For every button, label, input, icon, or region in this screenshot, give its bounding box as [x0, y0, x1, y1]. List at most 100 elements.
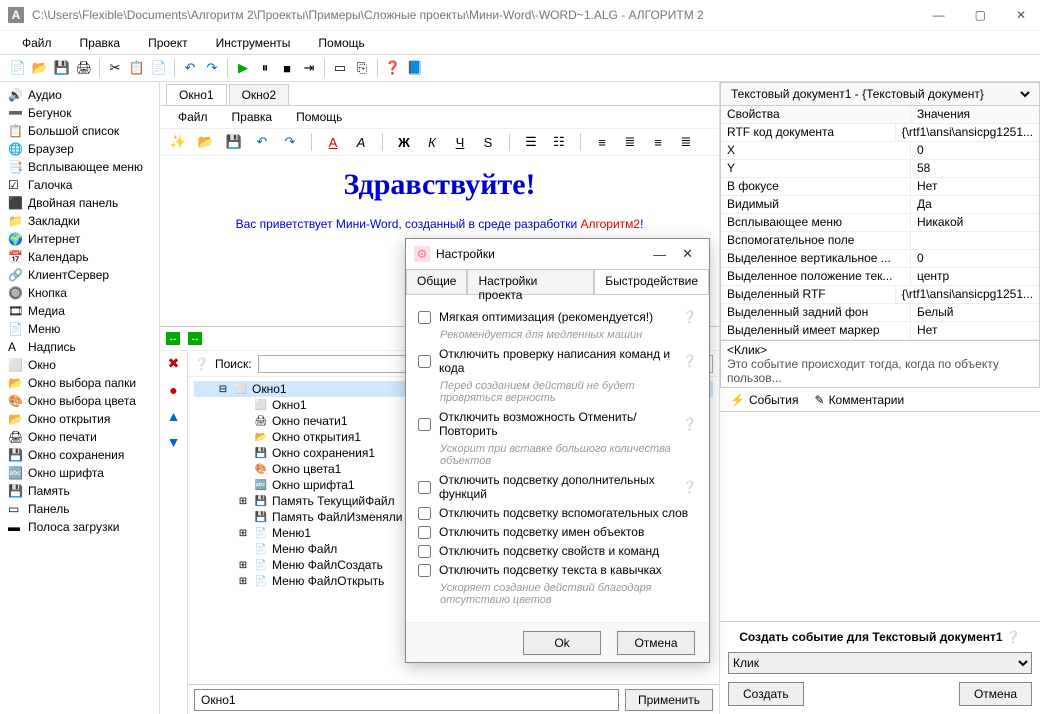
toolbox-item[interactable]: ▭Панель [0, 500, 159, 518]
search-help-icon[interactable]: ❔ [194, 357, 209, 371]
doc-undo-icon[interactable]: ↶ [252, 132, 272, 152]
stop-icon[interactable]: ■ [277, 58, 297, 78]
property-row[interactable]: Выделенный задний фонБелый [721, 304, 1039, 322]
doc-bold-icon[interactable]: Ж [394, 132, 414, 152]
option-help-icon[interactable]: ❔ [682, 354, 697, 368]
toolbox-item[interactable]: 🌐Браузер [0, 140, 159, 158]
dialog-titlebar[interactable]: ⚙ Настройки — ✕ [406, 239, 709, 269]
toolbox-item[interactable]: ▬Полоса загрузки [0, 518, 159, 536]
code-marker1-icon[interactable]: ↔ [166, 332, 180, 345]
property-value[interactable]: {\rtf1\ansi\ansicpg1251... [896, 124, 1039, 141]
option-checkbox[interactable] [418, 526, 431, 539]
expand-icon[interactable]: ⊞ [236, 574, 250, 588]
open-icon[interactable]: 📂 [30, 58, 50, 78]
dialog-ok-button[interactable]: Ok [523, 631, 601, 655]
option-help-icon[interactable]: ❔ [682, 480, 697, 494]
run-icon[interactable]: ▶ [233, 58, 253, 78]
settings-tab[interactable]: Быстродействие [594, 269, 709, 294]
tool1-icon[interactable]: ⎘ [352, 58, 372, 78]
redo-icon[interactable]: ↷ [202, 58, 222, 78]
expand-icon[interactable]: ⊞ [236, 526, 250, 540]
doc-fontcolor-icon[interactable]: A [323, 132, 343, 152]
action-record-icon[interactable]: ● [169, 382, 177, 398]
property-row[interactable]: Выделенное вертикальное ...0 [721, 250, 1039, 268]
toolbox-item[interactable]: 🔊Аудио [0, 86, 159, 104]
toolbox-item[interactable]: 📂Окно выбора папки [0, 374, 159, 392]
property-value[interactable]: Да [911, 196, 1039, 213]
doc-open-icon[interactable]: 📂 [196, 132, 216, 152]
property-row[interactable]: X0 [721, 142, 1039, 160]
property-value[interactable]: Нет [911, 178, 1039, 195]
doc-italic-icon[interactable]: К [422, 132, 442, 152]
property-value[interactable]: центр [911, 268, 1039, 285]
expand-icon[interactable]: ⊞ [236, 558, 250, 572]
toolbox-item[interactable]: 🎞Медиа [0, 302, 159, 320]
apply-button[interactable]: Применить [625, 689, 713, 711]
toolbox-item[interactable]: AНадпись [0, 338, 159, 356]
toolbox-item[interactable]: 📑Всплывающее меню [0, 158, 159, 176]
toolbox-item[interactable]: ☑Галочка [0, 176, 159, 194]
option-checkbox[interactable] [418, 355, 431, 368]
doc-strike-icon[interactable]: S [478, 132, 498, 152]
doc-underline-icon[interactable]: Ч [450, 132, 470, 152]
option-checkbox[interactable] [418, 481, 431, 494]
print-icon[interactable]: 🖨 [74, 58, 94, 78]
property-row[interactable]: RTF код документа{\rtf1\ansi\ansicpg1251… [721, 124, 1039, 142]
property-value[interactable] [911, 232, 1039, 249]
save-icon[interactable]: 💾 [52, 58, 72, 78]
help1-icon[interactable]: ❓ [383, 58, 403, 78]
property-value[interactable]: 0 [911, 250, 1039, 267]
doc-numbers-icon[interactable]: ☷ [549, 132, 569, 152]
property-value[interactable]: Белый [911, 304, 1039, 321]
doc-menu-item[interactable]: Правка [224, 108, 281, 126]
menu-Помощь[interactable]: Помощь [308, 34, 374, 52]
toolbox-item[interactable]: 🌍Интернет [0, 230, 159, 248]
doc-redo-icon[interactable]: ↷ [280, 132, 300, 152]
dialog-close-button[interactable]: ✕ [674, 244, 701, 264]
pause-icon[interactable]: ⏸ [255, 58, 275, 78]
toolbox-item[interactable]: 🖨Окно печати [0, 428, 159, 446]
step-icon[interactable]: ⇥ [299, 58, 319, 78]
close-button[interactable]: ✕ [1010, 4, 1032, 26]
help2-icon[interactable]: 📘 [405, 58, 425, 78]
option-help-icon[interactable]: ❔ [682, 417, 697, 431]
property-value[interactable]: {\rtf1\ansi\ansicpg1251... [896, 286, 1039, 303]
object-selector-dropdown[interactable]: Текстовый документ1 - {Текстовый докумен… [727, 84, 1033, 104]
cut-icon[interactable]: ✂ [105, 58, 125, 78]
minimize-button[interactable]: — [927, 4, 951, 26]
property-row[interactable]: Выделенный имеет маркерНет [721, 322, 1039, 340]
toolbox-item[interactable]: 📄Меню [0, 320, 159, 338]
doc-menu-item[interactable]: Файл [170, 108, 216, 126]
doc-align-left-icon[interactable]: ≡ [592, 132, 612, 152]
doc-font-icon[interactable]: A [351, 132, 371, 152]
doc-align-justify-icon[interactable]: ≣ [676, 132, 696, 152]
property-value[interactable]: 58 [911, 160, 1039, 177]
toolbox-item[interactable]: 📋Большой список [0, 122, 159, 140]
doc-align-center-icon[interactable]: ≣ [620, 132, 640, 152]
toolbox-item[interactable]: 📁Закладки [0, 212, 159, 230]
window-tab[interactable]: Окно1 [166, 84, 227, 105]
doc-bullets-icon[interactable]: ☰ [521, 132, 541, 152]
toolbox-item[interactable]: 🔗КлиентСервер [0, 266, 159, 284]
expand-icon[interactable]: ⊞ [236, 494, 250, 508]
property-value[interactable]: Нет [911, 322, 1039, 339]
property-row[interactable]: Всплывающее менюНикакой [721, 214, 1039, 232]
toolbox-item[interactable]: 🔘Кнопка [0, 284, 159, 302]
expand-icon[interactable]: ⊟ [216, 382, 230, 396]
property-value[interactable]: Никакой [911, 214, 1039, 231]
new-icon[interactable]: 📄 [8, 58, 28, 78]
settings-tab[interactable]: Общие [406, 269, 467, 294]
undo-icon[interactable]: ↶ [180, 58, 200, 78]
property-row[interactable]: Y58 [721, 160, 1039, 178]
action-up-icon[interactable]: ▲ [167, 408, 181, 424]
action-delete-icon[interactable]: ✖ [168, 355, 180, 372]
maximize-button[interactable]: ▢ [969, 4, 992, 26]
property-row[interactable]: Вспомогательное поле [721, 232, 1039, 250]
toolbox-panel[interactable]: 🔊Аудио➖Бегунок📋Большой список🌐Браузер📑Вс… [0, 82, 160, 714]
property-row[interactable]: ВидимыйДа [721, 196, 1039, 214]
dialog-cancel-button[interactable]: Отмена [617, 631, 695, 655]
event-type-select[interactable]: Клик [728, 652, 1032, 674]
create-help-icon[interactable]: ❔ [1006, 630, 1021, 644]
option-checkbox[interactable] [418, 507, 431, 520]
toolbox-item[interactable]: 🎨Окно выбора цвета [0, 392, 159, 410]
